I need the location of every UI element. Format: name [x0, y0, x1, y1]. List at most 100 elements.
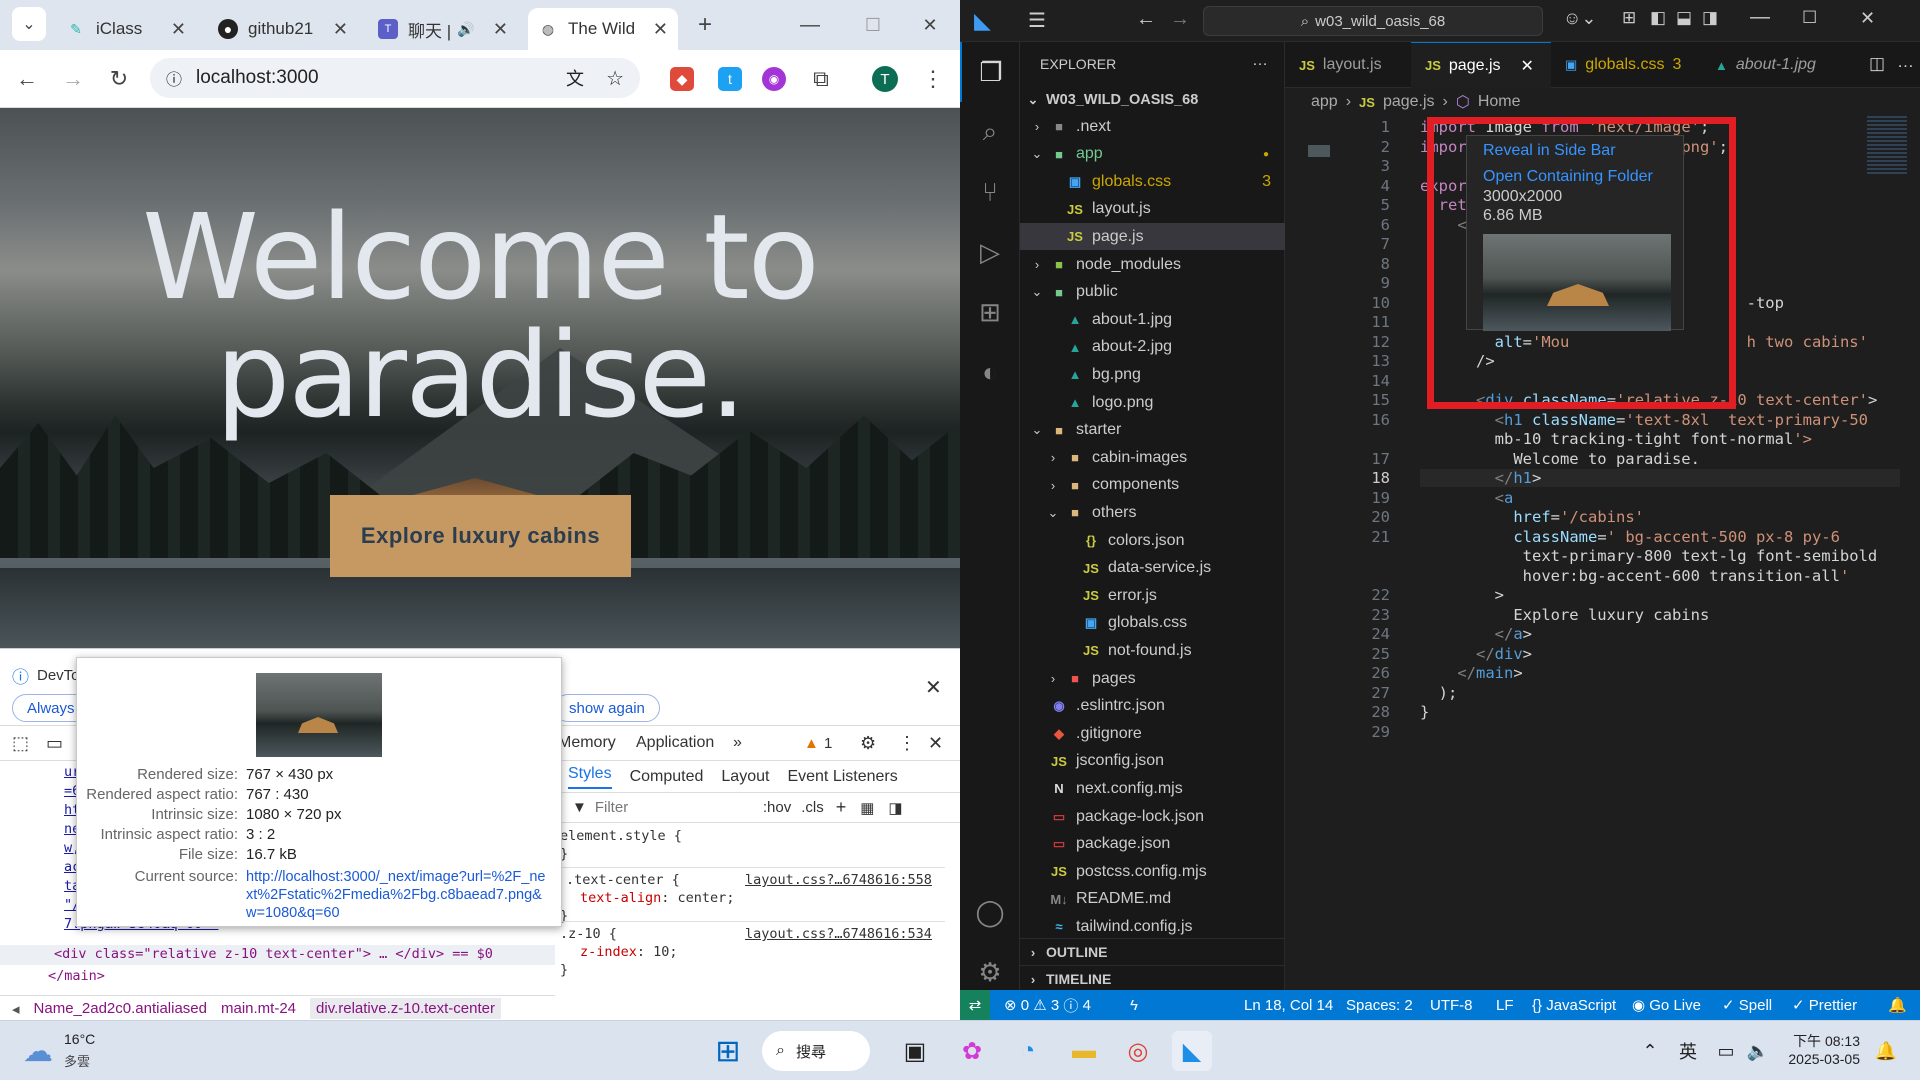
tree-item[interactable]: › ■ pages	[1020, 665, 1285, 692]
tree-item[interactable]: ▣ globals.css 3	[1020, 168, 1285, 195]
editor-tab-layout[interactable]: JS layout.js	[1285, 42, 1411, 88]
tree-item[interactable]: ▭ package-lock.json	[1020, 803, 1285, 830]
css-value[interactable]: 10;	[653, 944, 677, 960]
tree-item[interactable]: › ■ node_modules	[1020, 251, 1285, 278]
close-window-button[interactable]: ✕	[915, 10, 945, 40]
code-line[interactable]: </main>	[1420, 664, 1522, 682]
weather-cloud-icon[interactable]: ☁	[18, 1031, 58, 1071]
rule-source-link[interactable]: layout.css?…6748616:558	[745, 871, 932, 889]
tree-item[interactable]: JS postcss.config.mjs	[1020, 858, 1285, 885]
windows-start-icon[interactable]: ⊞	[708, 1031, 748, 1071]
inspect-icon[interactable]: ⬚	[12, 733, 29, 754]
code-line[interactable]: mb-10 tracking-tight font-normal'>	[1420, 430, 1812, 448]
hov-toggle[interactable]: :hov	[763, 799, 791, 816]
close-window-button[interactable]: ✕	[1860, 8, 1875, 29]
remote-icon[interactable]: ◐	[960, 342, 1020, 402]
tree-item[interactable]: M↓ README.md	[1020, 886, 1285, 913]
tree-item[interactable]: › ■ cabin-images	[1020, 444, 1285, 471]
outline-section[interactable]: › OUTLINE	[1020, 938, 1285, 965]
tree-item[interactable]: JS not-found.js	[1020, 637, 1285, 664]
more-tabs-icon[interactable]: »	[733, 734, 742, 752]
tree-item[interactable]: ▲ about-1.jpg	[1020, 306, 1285, 333]
tree-item[interactable]: JS layout.js	[1020, 196, 1285, 223]
breadcrumb-symbol[interactable]: Home	[1478, 93, 1521, 111]
weather-temperature[interactable]: 16°C	[64, 1031, 95, 1047]
code-line[interactable]: <h1 className='text-8xl text-primary-50	[1420, 411, 1868, 429]
system-tray-chevron-icon[interactable]: ⌃	[1630, 1031, 1670, 1071]
code-line[interactable]: }	[1420, 703, 1429, 721]
menu-kebab-icon[interactable]: ⋮	[918, 64, 948, 94]
extension-purple-icon[interactable]: ◉	[762, 67, 786, 91]
clock-date[interactable]: 2025-03-05	[1780, 1051, 1860, 1067]
breadcrumb-file[interactable]: page.js	[1383, 93, 1435, 111]
reload-icon[interactable]: ↻	[104, 64, 134, 94]
taskbar-search[interactable]: ⌕ 搜尋	[762, 1031, 870, 1071]
code-line[interactable]: Explore luxury cabins	[1420, 606, 1709, 624]
tree-item[interactable]: ⌄ ■ others	[1020, 499, 1285, 526]
new-tab-button[interactable]: +	[690, 10, 720, 40]
tree-item[interactable]: ▭ package.json	[1020, 831, 1285, 858]
tree-item[interactable]: ▲ bg.png	[1020, 361, 1285, 388]
code-line[interactable]: text-primary-800 text-lg font-semibold	[1420, 547, 1878, 565]
tab-iclass[interactable]: ✎ iClass ✕	[56, 8, 196, 50]
tree-item[interactable]: ◆ .gitignore	[1020, 720, 1285, 747]
spell-check[interactable]: ✓ Spell	[1722, 990, 1772, 1020]
close-tab-icon[interactable]: ✕	[1521, 56, 1534, 76]
remote-indicator-icon[interactable]: ⇄	[960, 990, 990, 1020]
code-line[interactable]: >	[1420, 586, 1504, 604]
cursor-position[interactable]: Ln 18, Col 14	[1244, 990, 1333, 1020]
paint-icon[interactable]: ▦	[860, 799, 874, 817]
explorer-more-icon[interactable]: …	[1252, 52, 1268, 70]
more-options-icon[interactable]: ⋮	[898, 733, 916, 754]
extension-t-icon[interactable]: t	[718, 67, 742, 91]
maximize-button[interactable]: ☐	[858, 10, 888, 40]
code-line[interactable]: );	[1420, 684, 1458, 702]
tab-application[interactable]: Application	[636, 734, 714, 752]
extensions-puzzle-icon[interactable]: ⧉	[806, 64, 836, 94]
translate-icon[interactable]: 文	[566, 65, 584, 91]
nav-forward-icon[interactable]: →	[1170, 8, 1190, 31]
code-line[interactable]: hover:bg-accent-600 transition-all'	[1420, 567, 1850, 585]
close-icon[interactable]: ✕	[333, 19, 348, 40]
editor-tab-globals-css[interactable]: ▣ globals.css 3	[1551, 42, 1701, 88]
new-rule-icon[interactable]: +	[836, 797, 847, 818]
minimap[interactable]	[1867, 116, 1907, 176]
code-line[interactable]: </h1>	[1420, 469, 1900, 487]
extension-red-icon[interactable]: ◆	[670, 67, 694, 91]
tree-item[interactable]: ⌄ ■ public	[1020, 279, 1285, 306]
tree-item[interactable]: JS jsconfig.json	[1020, 748, 1285, 775]
code-line[interactable]: <a	[1420, 489, 1514, 507]
minimize-button[interactable]: —	[1750, 6, 1770, 29]
css-value[interactable]: center;	[678, 890, 735, 906]
tree-item[interactable]: JS error.js	[1020, 582, 1285, 609]
cls-toggle[interactable]: .cls	[801, 799, 824, 816]
toggle-sidebar-icon[interactable]: ◧	[1650, 8, 1666, 28]
crumb-item[interactable]: main.mt-24	[221, 1000, 296, 1017]
search-icon[interactable]: ⌕	[960, 102, 1020, 162]
command-center-search[interactable]: ⌕ w03_wild_oasis_68	[1203, 6, 1543, 36]
prettier-status[interactable]: ✓ Prettier	[1792, 990, 1857, 1020]
code-line[interactable]: href='/cabins'	[1420, 508, 1644, 526]
problems-indicator[interactable]: ⊗ 0 ⚠ 3 ⓘ 4	[1004, 990, 1091, 1020]
run-debug-icon[interactable]: ▷	[960, 222, 1020, 282]
tree-item[interactable]: Nnext.config.mjs	[1020, 775, 1285, 802]
editor-tab-page[interactable]: JS page.js ✕	[1411, 42, 1551, 88]
settings-gear-icon[interactable]: ⚙	[860, 733, 876, 754]
sidebar-toggle-icon[interactable]: ◨	[888, 799, 902, 817]
edge-icon[interactable]: ◔	[1008, 1031, 1048, 1071]
crumb-scroll-left-icon[interactable]: ◂	[12, 1000, 20, 1018]
notification-bell-icon[interactable]: 🔔	[1866, 1031, 1906, 1071]
toggle-panel-icon[interactable]: ⬓	[1676, 8, 1692, 28]
editor-more-icon[interactable]: …	[1897, 52, 1914, 72]
tab-layout[interactable]: Layout	[721, 768, 769, 786]
close-devtools-icon[interactable]: ✕	[928, 733, 943, 754]
tree-item[interactable]: ▲ about-2.jpg	[1020, 334, 1285, 361]
back-icon[interactable]: ←	[12, 64, 42, 94]
toggle-secondary-sidebar-icon[interactable]: ◨	[1702, 8, 1718, 28]
language-mode[interactable]: {} JavaScript	[1532, 990, 1616, 1020]
explore-cabins-button[interactable]: Explore luxury cabins	[330, 495, 631, 577]
css-property[interactable]: text-align	[580, 890, 661, 906]
layout-customize-icon[interactable]: ⊞	[1622, 8, 1636, 28]
copilot-icon[interactable]: ☺⌄	[1563, 8, 1596, 29]
line-ending[interactable]: LF	[1496, 990, 1514, 1020]
